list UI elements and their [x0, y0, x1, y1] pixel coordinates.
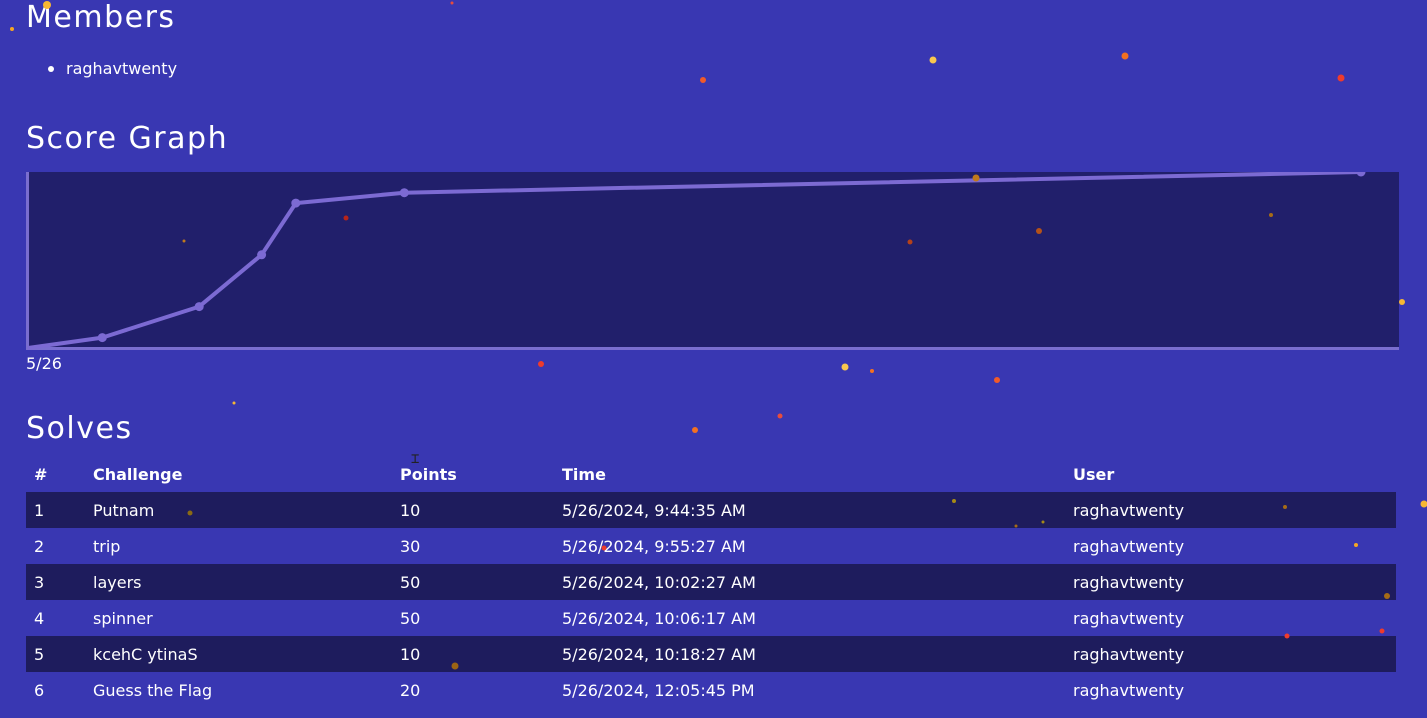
particle-dot — [1337, 74, 1345, 82]
solve-challenge[interactable]: layers — [85, 564, 392, 600]
solves-heading: Solves — [26, 411, 133, 446]
solve-user[interactable]: raghavtwenty — [1065, 492, 1396, 528]
score-point[interactable] — [257, 250, 267, 260]
col-header-user: User — [1073, 465, 1115, 484]
score-point[interactable] — [97, 333, 107, 343]
col-header-challenge: Challenge — [93, 465, 183, 484]
member-item[interactable]: raghavtwenty — [48, 58, 177, 80]
solve-time: 5/26/2024, 12:05:45 PM — [562, 680, 755, 700]
members-heading: Members — [26, 0, 176, 35]
solve-time: 5/26/2024, 9:44:35 AM — [562, 500, 746, 520]
table-row: 5 kcehC ytinaS 10 5/26/2024, 10:18:27 AM… — [26, 636, 1396, 672]
solve-points: 30 — [400, 536, 421, 556]
solve-user[interactable]: raghavtwenty — [1065, 528, 1396, 564]
solve-points: 10 — [400, 644, 421, 664]
text-cursor-icon: ⌶ — [411, 451, 420, 467]
table-row: 4 spinner 50 5/26/2024, 10:06:17 AM ragh… — [26, 600, 1396, 636]
score-point[interactable] — [291, 198, 301, 208]
particle-dot — [841, 363, 849, 371]
particle-dot — [450, 1, 454, 5]
solve-number: 5 — [34, 644, 45, 664]
plot-background — [26, 172, 1399, 350]
solve-time: 5/26/2024, 10:06:17 AM — [562, 608, 756, 628]
particle-dot — [1121, 52, 1129, 60]
table-row: 6 Guess the Flag 20 5/26/2024, 12:05:45 … — [26, 672, 1396, 708]
particle-dot — [700, 77, 706, 83]
solve-user[interactable]: raghavtwenty — [1065, 564, 1396, 600]
score-graph-heading: Score Graph — [26, 121, 229, 156]
score-graph — [26, 172, 1399, 350]
particle-dot — [538, 361, 544, 367]
x-tick-label: 5/26 — [26, 354, 62, 373]
particle-dot — [10, 27, 14, 31]
member-name[interactable]: raghavtwenty — [66, 59, 177, 78]
solve-challenge[interactable]: Putnam — [85, 492, 392, 528]
solve-time: 5/26/2024, 10:18:27 AM — [562, 644, 756, 664]
solve-user[interactable]: raghavtwenty — [1065, 600, 1396, 636]
solve-challenge[interactable]: Guess the Flag — [85, 672, 392, 708]
table-row: 2 trip 30 5/26/2024, 9:55:27 AM raghavtw… — [26, 528, 1396, 564]
particle-dot — [692, 427, 698, 433]
solve-time: 5/26/2024, 9:55:27 AM — [562, 536, 746, 556]
solve-challenge[interactable]: trip — [85, 528, 392, 564]
particle-dot — [1399, 299, 1405, 305]
solve-user[interactable]: raghavtwenty — [1065, 636, 1396, 672]
col-header-time: Time — [562, 465, 606, 484]
score-point[interactable] — [399, 188, 409, 198]
solve-number: 4 — [34, 608, 45, 628]
table-header-row: # Challenge Points Time User — [26, 457, 1396, 492]
solve-points: 10 — [400, 500, 421, 520]
solve-points: 20 — [400, 680, 421, 700]
col-header-number: # — [34, 465, 48, 484]
solve-number: 1 — [34, 500, 45, 520]
particle-dot — [870, 369, 874, 373]
particle-dot — [929, 56, 937, 64]
table-row: 3 layers 50 5/26/2024, 10:02:27 AM ragha… — [26, 564, 1396, 600]
solve-points: 50 — [400, 572, 421, 592]
particle-dot — [1420, 500, 1427, 508]
solve-number: 6 — [34, 680, 45, 700]
solves-table: # Challenge Points Time User 1 Putnam 10… — [26, 457, 1396, 708]
particle-dot — [994, 377, 1000, 383]
table-row: 1 Putnam 10 5/26/2024, 9:44:35 AM raghav… — [26, 492, 1396, 528]
solve-number: 3 — [34, 572, 45, 592]
score-point[interactable] — [194, 302, 204, 312]
solve-points: 50 — [400, 608, 421, 628]
solve-user[interactable]: raghavtwenty — [1065, 672, 1396, 708]
solve-challenge[interactable]: kcehC ytinaS — [85, 636, 392, 672]
particle-dot — [777, 413, 783, 419]
particle-dot — [232, 401, 236, 405]
solve-time: 5/26/2024, 10:02:27 AM — [562, 572, 756, 592]
solve-number: 2 — [34, 536, 45, 556]
solve-challenge[interactable]: spinner — [85, 600, 392, 636]
members-list: raghavtwenty — [48, 58, 177, 80]
